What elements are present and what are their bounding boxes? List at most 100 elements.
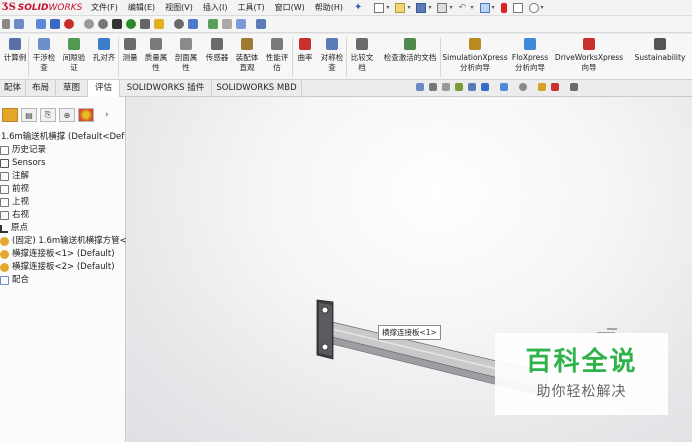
- tree-item-origin[interactable]: 原点: [0, 222, 126, 235]
- tab-sketch[interactable]: 草图: [56, 80, 88, 97]
- tree-item-front-plane[interactable]: 前视: [0, 183, 126, 196]
- ribbon-button[interactable]: DriveWorksXpress 向导: [552, 38, 626, 73]
- tab-solidworks-mbd[interactable]: SOLIDWORKS MBD: [212, 80, 302, 97]
- filter-icon[interactable]: [112, 19, 122, 29]
- property-manager-tab-icon[interactable]: ▤: [21, 108, 37, 122]
- dynamic-annotation-icon[interactable]: [468, 83, 476, 91]
- tree-item-sensors[interactable]: Sensors: [0, 157, 126, 170]
- tree-root[interactable]: 1.6m输送机横撑 (Default<Def: [0, 131, 126, 144]
- tree-item-mates[interactable]: 配合: [0, 274, 126, 287]
- ribbon-button[interactable]: 检查激活的文档: [378, 38, 442, 63]
- ribbon-button[interactable]: 曲率: [295, 38, 315, 63]
- dropdown-icon[interactable]: ▾: [428, 4, 431, 11]
- ribbon-button-label-line2: 估: [273, 63, 281, 72]
- tree-item-top-plane[interactable]: 上视: [0, 196, 126, 209]
- tree-item-label: 历史记录: [12, 145, 47, 155]
- menu-view[interactable]: 视图(V): [160, 2, 198, 13]
- save-icon[interactable]: [416, 2, 427, 13]
- tree-item-right-plane[interactable]: 右视: [0, 209, 126, 222]
- hide-icon[interactable]: [126, 19, 136, 29]
- ribbon-separator: [292, 37, 293, 77]
- edit-appearance-icon[interactable]: [538, 83, 546, 91]
- select-icon[interactable]: [479, 2, 490, 13]
- hide-show-items-icon[interactable]: [519, 83, 527, 91]
- ribbon-button[interactable]: 干涉检查: [30, 38, 58, 73]
- open-folder-icon[interactable]: [395, 2, 406, 13]
- view-orientation-icon[interactable]: [481, 83, 489, 91]
- solidworks-logo[interactable]: ƷS SOLID WORKS: [0, 0, 86, 16]
- chevron-right-icon[interactable]: ›: [105, 110, 109, 120]
- ribbon-button[interactable]: 间隙验证: [60, 38, 88, 73]
- display-style-icon[interactable]: [500, 83, 508, 91]
- section-view-icon[interactable]: [455, 83, 463, 91]
- menu-edit[interactable]: 编辑(E): [123, 2, 160, 13]
- ribbon-button[interactable]: FloXpress 分析向导: [510, 38, 550, 73]
- feature-tree-tab-icon[interactable]: [2, 108, 18, 122]
- menu-insert[interactable]: 插入(I): [198, 2, 233, 13]
- tab-evaluate[interactable]: 评估: [88, 80, 120, 97]
- assembly-icon[interactable]: [50, 19, 60, 29]
- tab-solidworks-addins[interactable]: SOLIDWORKS 插件: [120, 80, 212, 97]
- menu-file[interactable]: 文件(F): [86, 2, 123, 13]
- previous-view-icon[interactable]: [442, 83, 450, 91]
- zoom-to-fit-icon[interactable]: [416, 83, 424, 91]
- dropdown-icon[interactable]: ▾: [449, 4, 452, 11]
- undo-icon[interactable]: ↶: [458, 3, 468, 13]
- ribbon-button[interactable]: 计算例: [2, 38, 28, 63]
- ribbon-button[interactable]: 传感器: [203, 38, 231, 63]
- configuration-manager-tab-icon[interactable]: ⎘: [40, 108, 56, 122]
- dropdown-icon[interactable]: ▾: [541, 4, 544, 11]
- dropdown-icon[interactable]: ▾: [470, 4, 473, 11]
- gear-icon[interactable]: [84, 19, 94, 29]
- color-icon[interactable]: [64, 19, 74, 29]
- ribbon-button[interactable]: 性能评估: [263, 38, 291, 73]
- dropdown-icon[interactable]: ▾: [386, 4, 389, 11]
- grid-icon[interactable]: [36, 19, 46, 29]
- menu-window[interactable]: 窗口(W): [270, 2, 310, 13]
- view-settings-icon[interactable]: [570, 83, 578, 91]
- tab-assembly[interactable]: 配体: [0, 80, 26, 97]
- dimxpert-tab-icon[interactable]: ⊕: [59, 108, 75, 122]
- ribbon-button[interactable]: 比较文档: [348, 38, 376, 73]
- apply-scene-icon[interactable]: [551, 83, 559, 91]
- ribbon-button[interactable]: 对称检查: [318, 38, 346, 73]
- rebuild-icon[interactable]: [500, 2, 507, 13]
- ribbon-button[interactable]: 装配体 直观: [233, 38, 261, 73]
- ribbon-button[interactable]: 孔对齐: [90, 38, 118, 63]
- menu-help[interactable]: 帮助(H): [310, 2, 348, 13]
- image-icon[interactable]: [208, 19, 218, 29]
- tree-item-part[interactable]: 横撑连接板<2> (Default): [0, 261, 126, 274]
- options-gear-icon[interactable]: [528, 2, 539, 13]
- ribbon-button[interactable]: 质量属性: [142, 38, 170, 73]
- tab-layout[interactable]: 布局: [26, 80, 56, 97]
- explode-icon[interactable]: [154, 19, 164, 29]
- zoom-area-icon[interactable]: [429, 83, 437, 91]
- ribbon-button[interactable]: 测量: [120, 38, 140, 63]
- arrow-icon[interactable]: [2, 19, 10, 29]
- move-icon[interactable]: [140, 19, 150, 29]
- tree-item-label: 横撑连接板<2> (Default): [12, 262, 115, 272]
- tree-item-annotations[interactable]: 注解: [0, 170, 126, 183]
- display-manager-tab-icon[interactable]: [78, 108, 94, 122]
- table-icon[interactable]: [236, 19, 246, 29]
- dropdown-icon[interactable]: ▾: [492, 4, 495, 11]
- ribbon-button[interactable]: SimulationXpress 分析向导: [442, 38, 508, 73]
- view-icon[interactable]: [188, 19, 198, 29]
- menu-tools[interactable]: 工具(T): [232, 2, 269, 13]
- ribbon-button[interactable]: 剖面属性: [172, 38, 200, 73]
- tree-item-history[interactable]: 历史记录: [0, 144, 126, 157]
- ribbon-button-label-line2: 分析向导: [515, 63, 545, 72]
- print-preview-icon[interactable]: [222, 19, 232, 29]
- print-icon[interactable]: [437, 2, 448, 13]
- file-properties-icon[interactable]: [512, 2, 523, 13]
- ruler-icon[interactable]: [14, 19, 24, 29]
- tree-item-part[interactable]: (固定) 1.6m输送机横撑方管<: [0, 235, 126, 248]
- gear-icon[interactable]: [98, 19, 108, 29]
- search-icon[interactable]: [174, 19, 184, 29]
- new-document-icon[interactable]: [374, 2, 385, 13]
- document-icon[interactable]: [256, 19, 266, 29]
- tree-item-part[interactable]: 横撑连接板<1> (Default): [0, 248, 126, 261]
- dropdown-icon[interactable]: ▾: [407, 4, 410, 11]
- ribbon-button[interactable]: Sustainability: [632, 38, 688, 63]
- pin-icon[interactable]: ✦: [354, 2, 362, 13]
